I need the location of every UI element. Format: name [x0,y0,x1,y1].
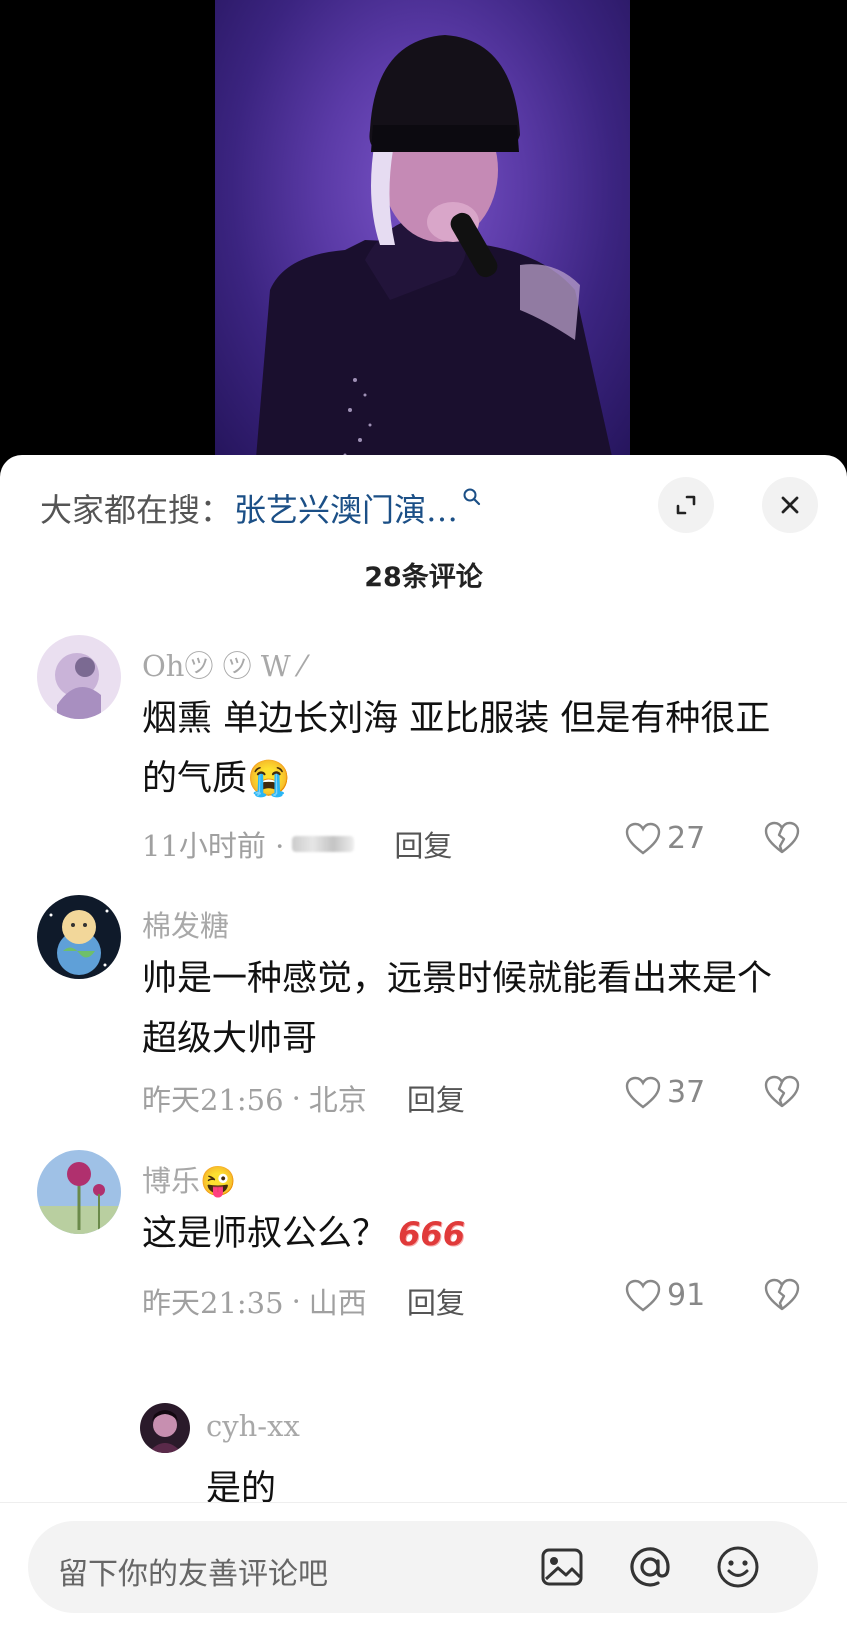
close-button[interactable] [762,477,818,533]
sticker-666: 666 [398,1215,465,1253]
trending-search[interactable]: 大家都在搜： 张艺兴澳门演… [40,483,482,533]
like-count: 37 [667,1075,706,1110]
like-button[interactable]: 37 [625,1075,705,1110]
like-button[interactable]: 27 [625,821,705,856]
performer-image [255,35,615,470]
comment-meta: 昨天21:35 · 山西 回复 [142,1280,465,1322]
commenter-name[interactable]: cyh-xx [206,1409,300,1443]
comment-text: 烟熏 单边长刘海 亚比服装 但是有种很正的气质😭 [142,699,771,799]
close-icon [781,496,799,514]
comment-text: 这是师叔公么？ 666 [142,1204,802,1264]
comment-input-placeholder: 留下你的友善评论吧 [58,1557,328,1592]
video-player[interactable] [0,0,847,470]
broken-heart-icon [764,1278,800,1311]
comment-input[interactable]: 留下你的友善评论吧 [28,1521,818,1613]
avatar[interactable] [140,1403,190,1453]
like-button[interactable]: 91 [625,1278,705,1313]
broken-heart-icon [764,821,800,854]
expand-icon [676,495,696,515]
meta-separator: · [291,1081,301,1115]
image-icon[interactable] [538,1543,586,1595]
heart-icon [625,1279,661,1312]
avatar[interactable] [37,635,121,719]
like-count: 27 [667,821,706,856]
dislike-button[interactable] [764,821,800,859]
search-icon [462,487,482,513]
reply-button[interactable]: 回复 [407,1077,465,1119]
heart-icon [625,822,661,855]
trending-search-prefix: 大家都在搜： [40,491,233,529]
avatar[interactable] [37,895,121,979]
comment-input-bar: 留下你的友善评论吧 [0,1502,847,1634]
heart-icon [625,1076,661,1109]
blurred-location [292,836,355,852]
comment-meta: 昨天21:56 · 北京 回复 [142,1077,465,1119]
comment-time: 昨天21:35 [142,1286,284,1320]
comment-text: 帅是一种感觉，远景时候就能看出来是个超级大帅哥 [142,959,773,1059]
comment-location: 山西 [308,1286,367,1320]
comment-count: 28条评论 [364,562,483,593]
comment-time: 昨天21:56 [142,1083,284,1117]
at-icon[interactable] [626,1543,674,1595]
commenter-name[interactable]: Oh㋡ ㋡ W ⁄ [142,643,305,685]
expand-button[interactable] [658,477,714,533]
meta-separator: · [291,1284,301,1318]
commenter-name[interactable]: 博乐😜 [142,1158,236,1200]
comment-meta: 11小时前 · 回复 [142,823,452,865]
dislike-button[interactable] [764,1075,800,1113]
avatar[interactable] [37,1150,121,1234]
trending-search-term[interactable]: 张艺兴澳门演… [234,485,458,531]
broken-heart-icon [764,1075,800,1108]
like-count: 91 [667,1278,706,1313]
comment-text-content: 这是师叔公么？ [142,1214,388,1254]
reply-button[interactable]: 回复 [394,823,452,865]
emoji-icon[interactable] [714,1543,762,1595]
commenter-name[interactable]: 棉发糖 [142,903,229,945]
video-frame[interactable] [215,0,630,470]
comment-time: 11小时前 · [142,829,285,863]
comment-location: 北京 [308,1083,367,1117]
dislike-button[interactable] [764,1278,800,1316]
comment-sheet: 大家都在搜： 张艺兴澳门演… 28条评论 Oh㋡ ㋡ W ⁄ 烟熏 单边长刘海 … [0,455,847,1634]
reply-button[interactable]: 回复 [407,1280,465,1322]
